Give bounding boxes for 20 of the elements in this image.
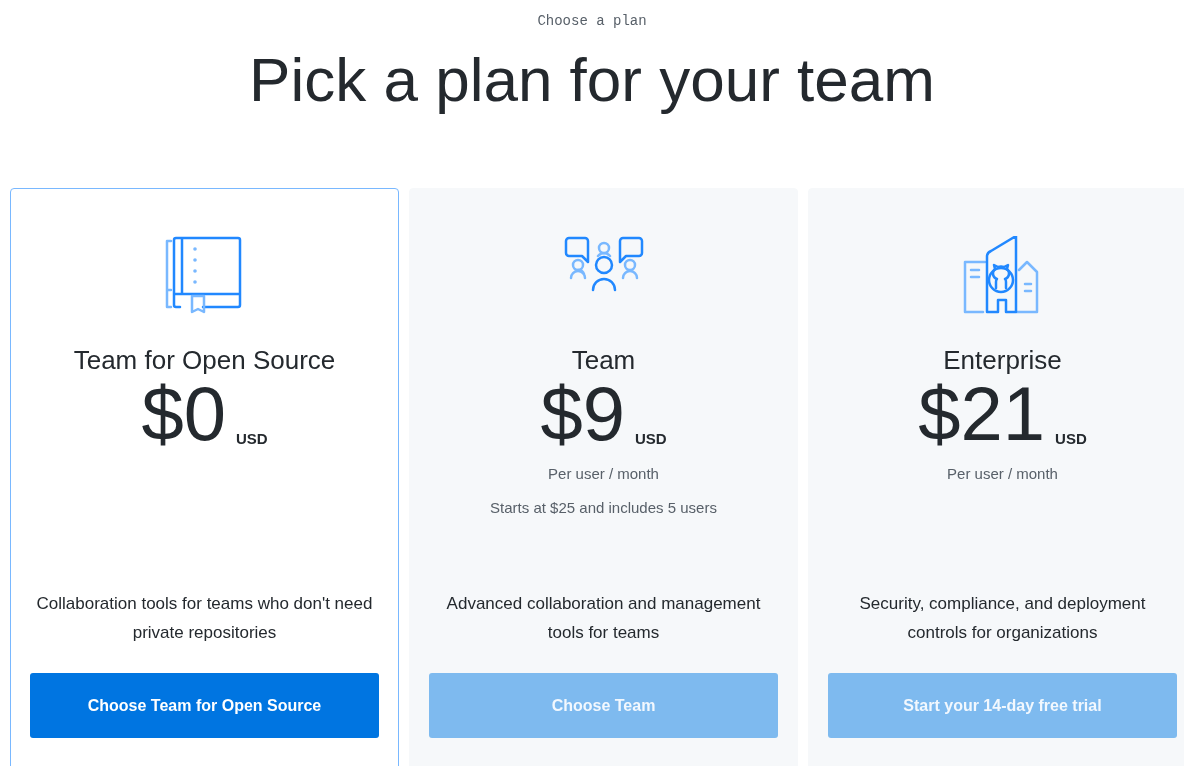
price: $0 bbox=[141, 376, 226, 452]
price-note: Per user / month bbox=[548, 464, 659, 484]
currency-label: USD bbox=[1055, 428, 1087, 449]
plan-name: Enterprise bbox=[943, 344, 1062, 376]
price: $9 bbox=[540, 376, 625, 452]
currency-label: USD bbox=[235, 428, 268, 449]
price: $21 bbox=[918, 376, 1046, 452]
choose-plan-button[interactable]: Choose Team for Open Source bbox=[30, 673, 379, 738]
plan-description: Security, compliance, and deployment controls for organizations bbox=[858, 593, 1147, 644]
plan-description: Collaboration tools for teams who don't need private repositories bbox=[35, 593, 374, 644]
currency-label: USD bbox=[634, 428, 667, 449]
plan-name: Team bbox=[571, 344, 636, 376]
plan-description: Advanced collaboration and management tools for teams bbox=[445, 593, 762, 644]
page-title: Pick a plan for your team bbox=[249, 46, 935, 114]
plan-name: Team for Open Source bbox=[73, 344, 336, 376]
choose-plan-button[interactable]: Start your 14-day free trial bbox=[828, 673, 1177, 738]
choose-plan-button[interactable]: Choose Team bbox=[429, 673, 778, 738]
eyebrow-label: Choose a plan bbox=[537, 12, 647, 31]
price-note: Starts at $25 and includes 5 users bbox=[490, 498, 717, 518]
price-note: Per user / month bbox=[947, 464, 1058, 484]
